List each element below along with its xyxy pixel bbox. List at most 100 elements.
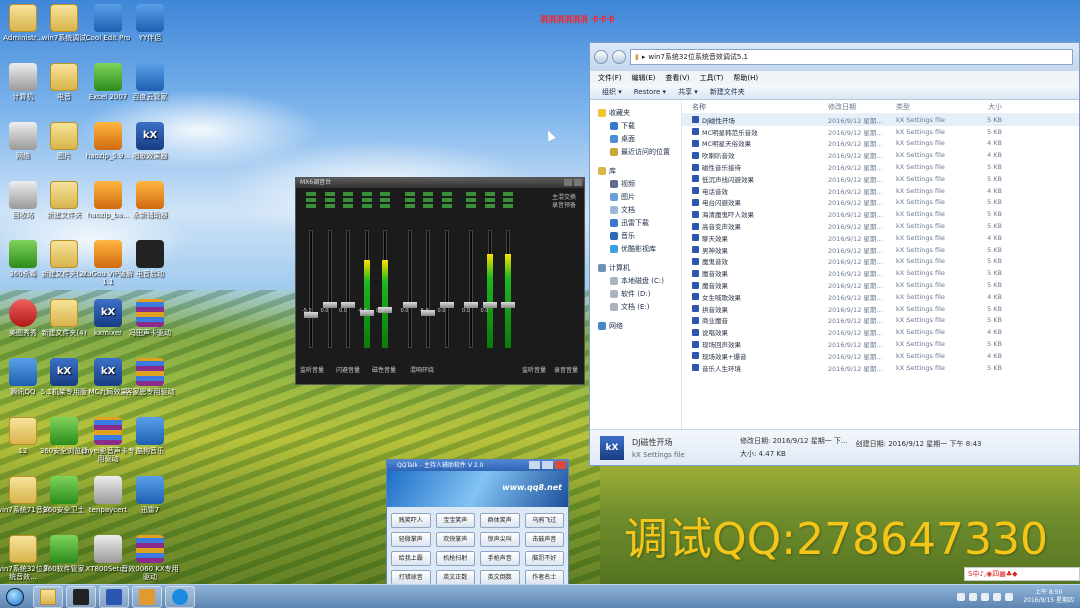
file-row[interactable]: 女生喊歌效果 2016/9/12 星期... kX Settings file 4 K…	[682, 291, 1079, 303]
file-row[interactable]: 商业魔音 2016/9/12 星期... kX Settings file 5 KB	[682, 315, 1079, 327]
channel-buttons[interactable]	[302, 192, 321, 210]
file-row[interactable]: 电台闪避效果 2016/9/12 星期... kX Settings file 5 K…	[682, 197, 1079, 209]
nav-item-drive-c[interactable]: 本地磁盘 (C:)	[590, 274, 681, 287]
sound-button[interactable]: 脑罚不好	[524, 551, 564, 566]
sound-button[interactable]: 机枪扫射	[435, 551, 475, 566]
file-row[interactable]: 魔音效果 2016/9/12 星期... kX Settings file 5 KB	[682, 267, 1079, 279]
qqtalk-close-button[interactable]	[555, 461, 566, 469]
menu-help[interactable]: 帮助(H)	[733, 73, 758, 83]
mixer-channel[interactable]: 0.0	[462, 192, 481, 373]
desktop-icon-item[interactable]: 冯田声卡驱动	[120, 299, 180, 337]
channel-buttons[interactable]	[419, 192, 438, 210]
fader-track[interactable]	[327, 230, 332, 348]
file-row[interactable]: 低沉声线闪避效果 2016/9/12 星期... kX Settings file 5…	[682, 173, 1079, 185]
nav-item-recent[interactable]: 最近访问的位置	[590, 145, 681, 158]
nav-library[interactable]: 库	[590, 164, 681, 177]
taskbar-kxmixer[interactable]	[99, 585, 129, 608]
file-row[interactable]: 吹喇叭音效 2016/9/12 星期... kX Settings file 4 KB	[682, 149, 1079, 161]
sound-button[interactable]: 英文倒数	[480, 570, 520, 585]
volume-icon[interactable]	[993, 593, 1002, 601]
mixer-channel[interactable]: -6.9	[358, 192, 377, 373]
nav-item-downloads[interactable]: 下载	[590, 119, 681, 132]
new-folder-button[interactable]: 新建文件夹	[710, 87, 745, 97]
nav-computer[interactable]: 计算机	[590, 261, 681, 274]
mixer-channel[interactable]: -5.3	[419, 192, 438, 373]
ime-toolbar[interactable]: S中♪,◉四▦♣◆	[964, 567, 1080, 581]
tray-icon[interactable]	[969, 593, 978, 601]
desktop-icon-item[interactable]: 百度云管家	[120, 63, 180, 101]
sound-button[interactable]: 欢快掌声	[435, 532, 475, 547]
taskbar-kugou[interactable]	[165, 585, 195, 608]
file-row[interactable]: 现场回声效果 2016/9/12 星期... kX Settings file 5 K…	[682, 338, 1079, 350]
qqtalk-minimize-button[interactable]	[529, 461, 540, 469]
fader-track[interactable]	[309, 230, 313, 348]
fader-knob[interactable]	[501, 302, 515, 308]
qqtalk-maximize-button[interactable]	[542, 461, 553, 469]
sound-button[interactable]: 打错球音	[391, 570, 431, 585]
file-row[interactable]: 高音变声效果 2016/9/12 星期... kX Settings file 5 K…	[682, 220, 1079, 232]
back-button[interactable]	[594, 50, 608, 64]
desktop-icon-item[interactable]: 迅雷7	[120, 476, 180, 514]
file-row[interactable]: 魔鬼音效 2016/9/12 星期... kX Settings file 5 KB	[682, 256, 1079, 268]
nav-network[interactable]: 网络	[590, 319, 681, 332]
mixer-channel[interactable]: -5.2	[302, 192, 321, 373]
desktop-icon-item[interactable]: YY伴侣	[120, 4, 180, 42]
mixer-channel[interactable]: 0.0	[438, 192, 457, 373]
column-name[interactable]: 名称	[682, 102, 828, 112]
mixer-close-button[interactable]	[574, 179, 582, 186]
nav-item-drive-d[interactable]: 软件 (D:)	[590, 287, 681, 300]
sound-button[interactable]: 英文正数	[435, 570, 475, 585]
nav-item-drive-e[interactable]: 文档 (E:)	[590, 300, 681, 313]
file-row[interactable]: DJ磁性开场 2016/9/12 星期... kX Settings file 5 K…	[682, 114, 1079, 126]
menu-edit[interactable]: 编辑(E)	[632, 73, 656, 83]
file-row[interactable]: 现场效果+爆音 2016/9/12 星期... kX Settings file 4 …	[682, 350, 1079, 362]
desktop-icon-item[interactable]: 客家思专用驱动	[120, 358, 180, 396]
fader-track[interactable]	[346, 230, 350, 348]
nav-favorites[interactable]: 收藏夹	[590, 106, 681, 119]
share-button[interactable]: 共享 ▾	[678, 87, 698, 97]
file-row[interactable]: MC明星天俗效果 2016/9/12 星期... kX Settings file 4…	[682, 138, 1079, 150]
file-row[interactable]: MC明星韩范乐音效 2016/9/12 星期... kX Settings file…	[682, 126, 1079, 138]
desktop-icon-item[interactable]: 酷狗音乐	[120, 417, 180, 455]
sound-button[interactable]: 宝宝笑声	[435, 513, 475, 528]
column-type[interactable]: 类型	[896, 102, 962, 112]
desktop-icon-item[interactable]: kX 唱歌效果器	[120, 122, 180, 160]
channel-buttons[interactable]	[438, 192, 457, 210]
file-row[interactable]: 男神效果 2016/9/12 星期... kX Settings file 5 KB	[682, 244, 1079, 256]
sound-button[interactable]: 轻微掌声	[391, 532, 431, 547]
network-icon[interactable]	[981, 593, 990, 601]
fader-track[interactable]	[444, 230, 449, 348]
file-row[interactable]: 海清魔鬼吓人效果 2016/9/12 星期... kX Settings file 5…	[682, 208, 1079, 220]
nav-item-thunder[interactable]: 迅雷下载	[590, 216, 681, 229]
mixer-minimize-button[interactable]	[564, 179, 572, 186]
mixer-channel[interactable]: 0.0	[401, 192, 420, 373]
file-row[interactable]: 魔音效果 2016/9/12 星期... kX Settings file 5 KB	[682, 279, 1079, 291]
start-button[interactable]	[0, 585, 30, 608]
fader-track[interactable]	[426, 230, 430, 348]
channel-buttons[interactable]	[358, 192, 377, 210]
menu-view[interactable]: 查看(V)	[665, 73, 689, 83]
fader-track[interactable]	[407, 230, 412, 348]
sound-button[interactable]: 作者名士	[524, 570, 564, 585]
file-row[interactable]: 拱音效果 2016/9/12 星期... kX Settings file 5 KB	[682, 303, 1079, 315]
qqtalk-window[interactable]: QQTalk - 主持人辅助软件 V 2.0 www.qq8.net 贱笑吓人宝…	[386, 459, 569, 589]
mixer-channel[interactable]: 0.0	[481, 192, 500, 373]
taskbar-explorer[interactable]	[33, 585, 63, 608]
address-bar[interactable]: ▮ ▸ win7系统32位系统音效调试5.1	[630, 49, 1073, 65]
fader-track[interactable]	[469, 230, 473, 348]
clock[interactable]: 上午 8:50 2016/9/15 星期四	[1023, 589, 1074, 605]
sound-button[interactable]: 贱笑吓人	[391, 513, 431, 528]
channel-buttons[interactable]	[321, 192, 340, 210]
channel-buttons[interactable]	[499, 192, 518, 210]
channel-buttons[interactable]	[339, 192, 358, 210]
organize-button[interactable]: 组织 ▾	[602, 87, 622, 97]
mixer-channel[interactable]	[499, 192, 518, 373]
sound-button[interactable]: 群体笑声	[480, 513, 520, 528]
nav-item-youku[interactable]: 优酷影视库	[590, 242, 681, 255]
sound-button[interactable]: 击鼓声音	[524, 532, 564, 547]
menu-file[interactable]: 文件(F)	[598, 73, 622, 83]
sound-button[interactable]: 乌鸦飞过	[524, 513, 564, 528]
desktop-icon-item[interactable]: 电音启动	[120, 240, 180, 278]
mixer-window[interactable]: MX6调音台 -5.2 0.0 0.0 -6.9 0.0 0.0 -5.3 0.0 0.0 0.0…	[295, 177, 585, 385]
mixer-channel[interactable]: 0.0	[339, 192, 358, 373]
